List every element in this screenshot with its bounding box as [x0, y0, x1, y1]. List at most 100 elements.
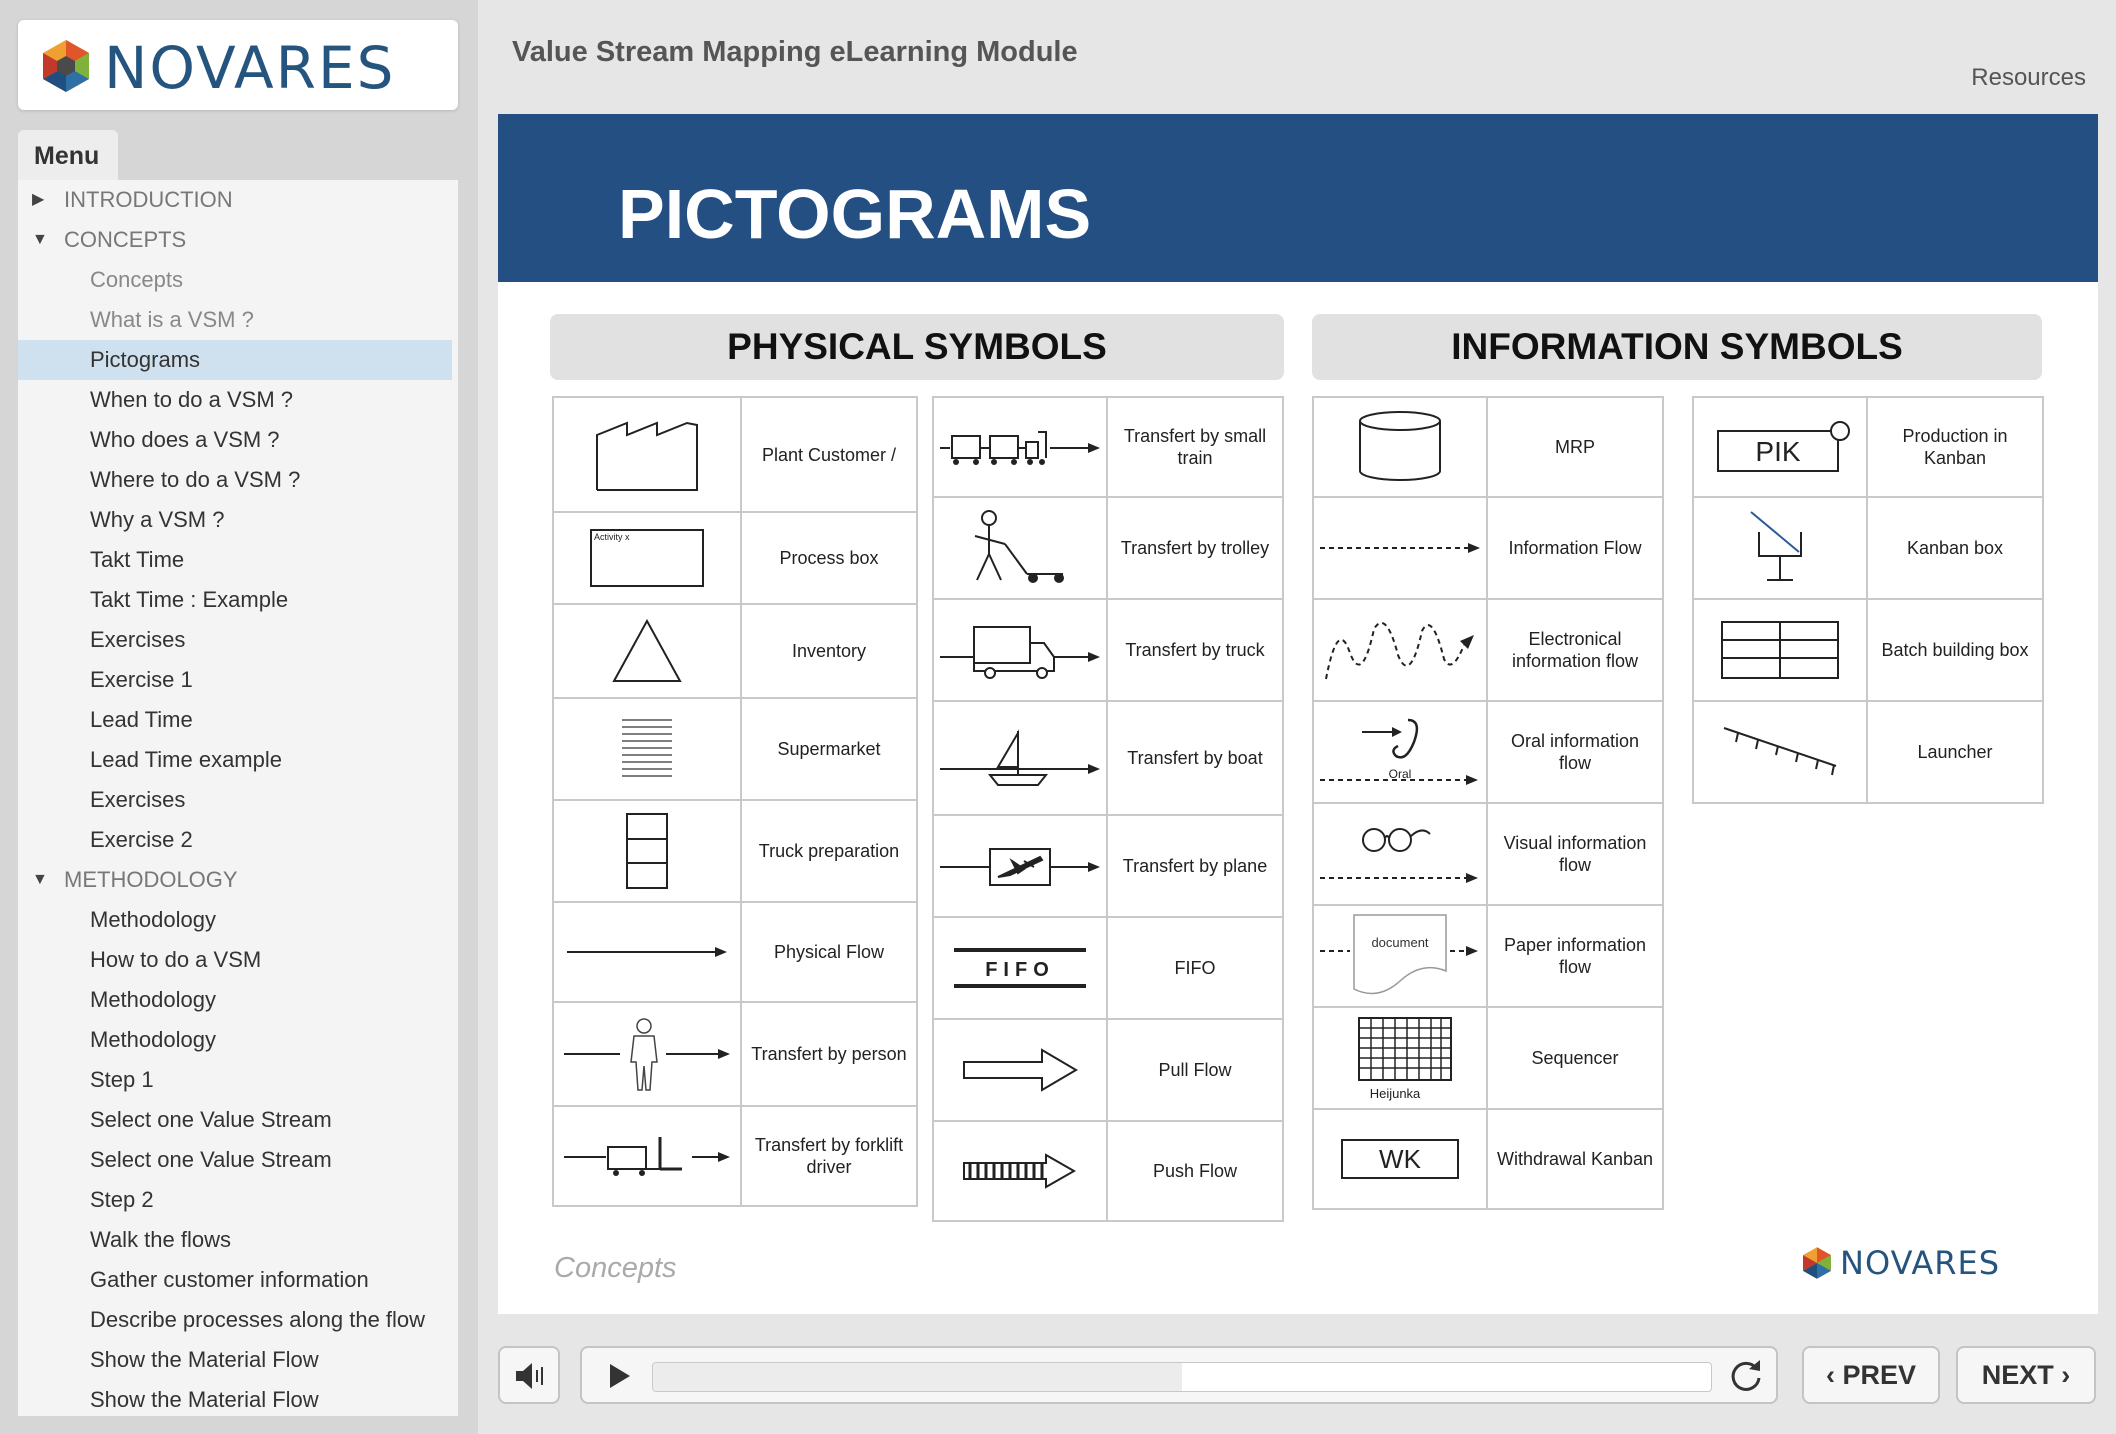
menu-label: Concepts: [90, 267, 183, 292]
menu-item[interactable]: Exercises: [18, 620, 458, 660]
menu-item[interactable]: Why a VSM ?: [18, 500, 458, 540]
menu-section[interactable]: ▼ METHODOLOGY: [18, 860, 458, 900]
menu-item[interactable]: Step 2: [18, 1180, 458, 1220]
symbol-label: Transfert by small train: [1106, 396, 1284, 498]
table-row: Truck preparation: [552, 799, 918, 903]
slide-content: PICTOGRAMS PHYSICAL SYMBOLS INFORMATION …: [498, 114, 2098, 1314]
play-button[interactable]: [598, 1356, 638, 1396]
menu-item[interactable]: Select one Value Stream: [18, 1100, 458, 1140]
symbol-label: Truck preparation: [740, 799, 918, 903]
menu-tab[interactable]: Menu: [18, 130, 118, 180]
wk-text: WK: [1379, 1144, 1422, 1174]
symbol-label: Transfert by plane: [1106, 814, 1284, 918]
menu-item[interactable]: Show the Material Flow: [18, 1340, 458, 1380]
next-button[interactable]: NEXT ›: [1956, 1346, 2096, 1404]
chevron-right-icon: ›: [2061, 1360, 2071, 1390]
document-text: document: [1371, 935, 1428, 950]
table-row: FIFO FIFO: [932, 916, 1284, 1020]
player-bar: [580, 1346, 1778, 1404]
menu-item[interactable]: Takt Time: [18, 540, 458, 580]
trolley-icon: [974, 510, 1064, 583]
physical-symbols-table-2: Transfert by small train Transfert by tr…: [932, 396, 1284, 1222]
menu-item[interactable]: Step 1: [18, 1060, 458, 1100]
menu-item[interactable]: Lead Time example: [18, 740, 458, 780]
pull-flow-arrow-icon: [963, 1048, 1078, 1092]
prev-button[interactable]: ‹ PREV: [1802, 1346, 1940, 1404]
launcher-icon: [1723, 727, 1837, 776]
menu-label: Describe processes along the flow: [90, 1307, 426, 1332]
menu-label: Exercises: [90, 627, 186, 652]
slide-footer-label: Concepts: [554, 1252, 677, 1284]
symbol-label: Sequencer: [1486, 1006, 1664, 1110]
menu-item[interactable]: Exercise 1: [18, 660, 458, 700]
menu-item[interactable]: Where to do a VSM ?: [18, 460, 458, 500]
novares-logo-mark-icon: [43, 40, 89, 92]
menu-item[interactable]: Pictograms: [18, 340, 452, 380]
menu-label: INTRODUCTION: [64, 187, 233, 212]
progress-bar[interactable]: [652, 1362, 1712, 1392]
resources-link[interactable]: Resources: [1971, 64, 2086, 92]
menu-label: Lead Time example: [90, 747, 282, 772]
visual-flow-icon: [1320, 828, 1478, 883]
symbol-label: Withdrawal Kanban: [1486, 1108, 1664, 1210]
menu-item[interactable]: Methodology: [18, 980, 458, 1020]
menu-item[interactable]: Who does a VSM ?: [18, 420, 458, 460]
menu-label: CONCEPTS: [64, 227, 187, 252]
menu-item[interactable]: Walk the flows: [18, 1220, 458, 1260]
symbol-label: Transfert by person: [740, 1001, 918, 1107]
table-row: Inventory: [552, 603, 918, 699]
menu-item[interactable]: Exercises: [18, 780, 458, 820]
factory-icon: [596, 421, 698, 491]
caret-down-icon[interactable]: ▼: [32, 860, 48, 900]
menu-item[interactable]: What is a VSM ?: [18, 300, 458, 340]
fifo-icon: FIFO: [954, 948, 1086, 988]
kanban-box-icon: [1750, 511, 1802, 581]
progress-fill: [653, 1363, 1182, 1391]
symbol-label: Process box: [740, 511, 918, 605]
withdrawal-kanban-icon: WK: [1341, 1139, 1459, 1179]
menu-item[interactable]: Show the Material Flow: [18, 1380, 458, 1416]
table-row: Transfert by boat: [932, 700, 1284, 816]
symbol-label: Supermarket: [740, 697, 918, 801]
novares-wordmark: NOVARES: [1840, 1244, 2001, 1282]
menu-item[interactable]: Takt Time : Example: [18, 580, 458, 620]
caret-down-icon[interactable]: ▼: [32, 220, 48, 260]
table-row: Electronical information flow: [1312, 598, 1664, 702]
menu-item[interactable]: Exercise 2: [18, 820, 458, 860]
menu-panel: ▶ INTRODUCTION ▼ CONCEPTS Concepts What is a …: [18, 180, 458, 1416]
mrp-cylinder-icon: [1359, 411, 1441, 481]
table-row: Kanban box: [1692, 496, 2044, 600]
menu-item[interactable]: How to do a VSM: [18, 940, 458, 980]
menu-label: When to do a VSM ?: [90, 387, 293, 412]
menu-label: Show the Material Flow: [90, 1387, 319, 1412]
chevron-left-icon: ‹: [1825, 1360, 1835, 1390]
truck-preparation-icon: [626, 813, 668, 889]
menu-item[interactable]: Lead Time: [18, 700, 458, 740]
menu-label: Methodology: [90, 1027, 216, 1052]
volume-button[interactable]: [498, 1346, 560, 1404]
menu-label: Step 2: [90, 1187, 154, 1212]
menu-item[interactable]: Select one Value Stream: [18, 1140, 458, 1180]
menu-label: METHODOLOGY: [64, 867, 238, 892]
symbol-label: Kanban box: [1866, 496, 2044, 600]
menu-item[interactable]: Gather customer information: [18, 1260, 458, 1300]
replay-button[interactable]: [1726, 1356, 1766, 1396]
menu-label: Methodology: [90, 987, 216, 1012]
symbol-label: Transfert by forklift driver: [740, 1105, 918, 1207]
menu-section[interactable]: ▶ INTRODUCTION: [18, 180, 458, 220]
menu-label: Exercise 1: [90, 667, 193, 692]
menu-item[interactable]: Concepts: [18, 260, 458, 300]
symbol-label: Oral information flow: [1486, 700, 1664, 804]
symbol-label: Physical Flow: [740, 901, 918, 1003]
symbol-label: Batch building box: [1866, 598, 2044, 702]
boat-icon: [940, 729, 1100, 786]
menu-label: Methodology: [90, 907, 216, 932]
symbol-label: Visual information flow: [1486, 802, 1664, 906]
menu-label: Gather customer information: [90, 1267, 369, 1292]
menu-section[interactable]: ▼ CONCEPTS: [18, 220, 458, 260]
menu-item[interactable]: When to do a VSM ?: [18, 380, 458, 420]
caret-right-icon[interactable]: ▶: [32, 180, 44, 220]
menu-item[interactable]: Methodology: [18, 1020, 458, 1060]
menu-item[interactable]: Describe processes along the flow: [18, 1300, 458, 1340]
menu-item[interactable]: Methodology: [18, 900, 458, 940]
